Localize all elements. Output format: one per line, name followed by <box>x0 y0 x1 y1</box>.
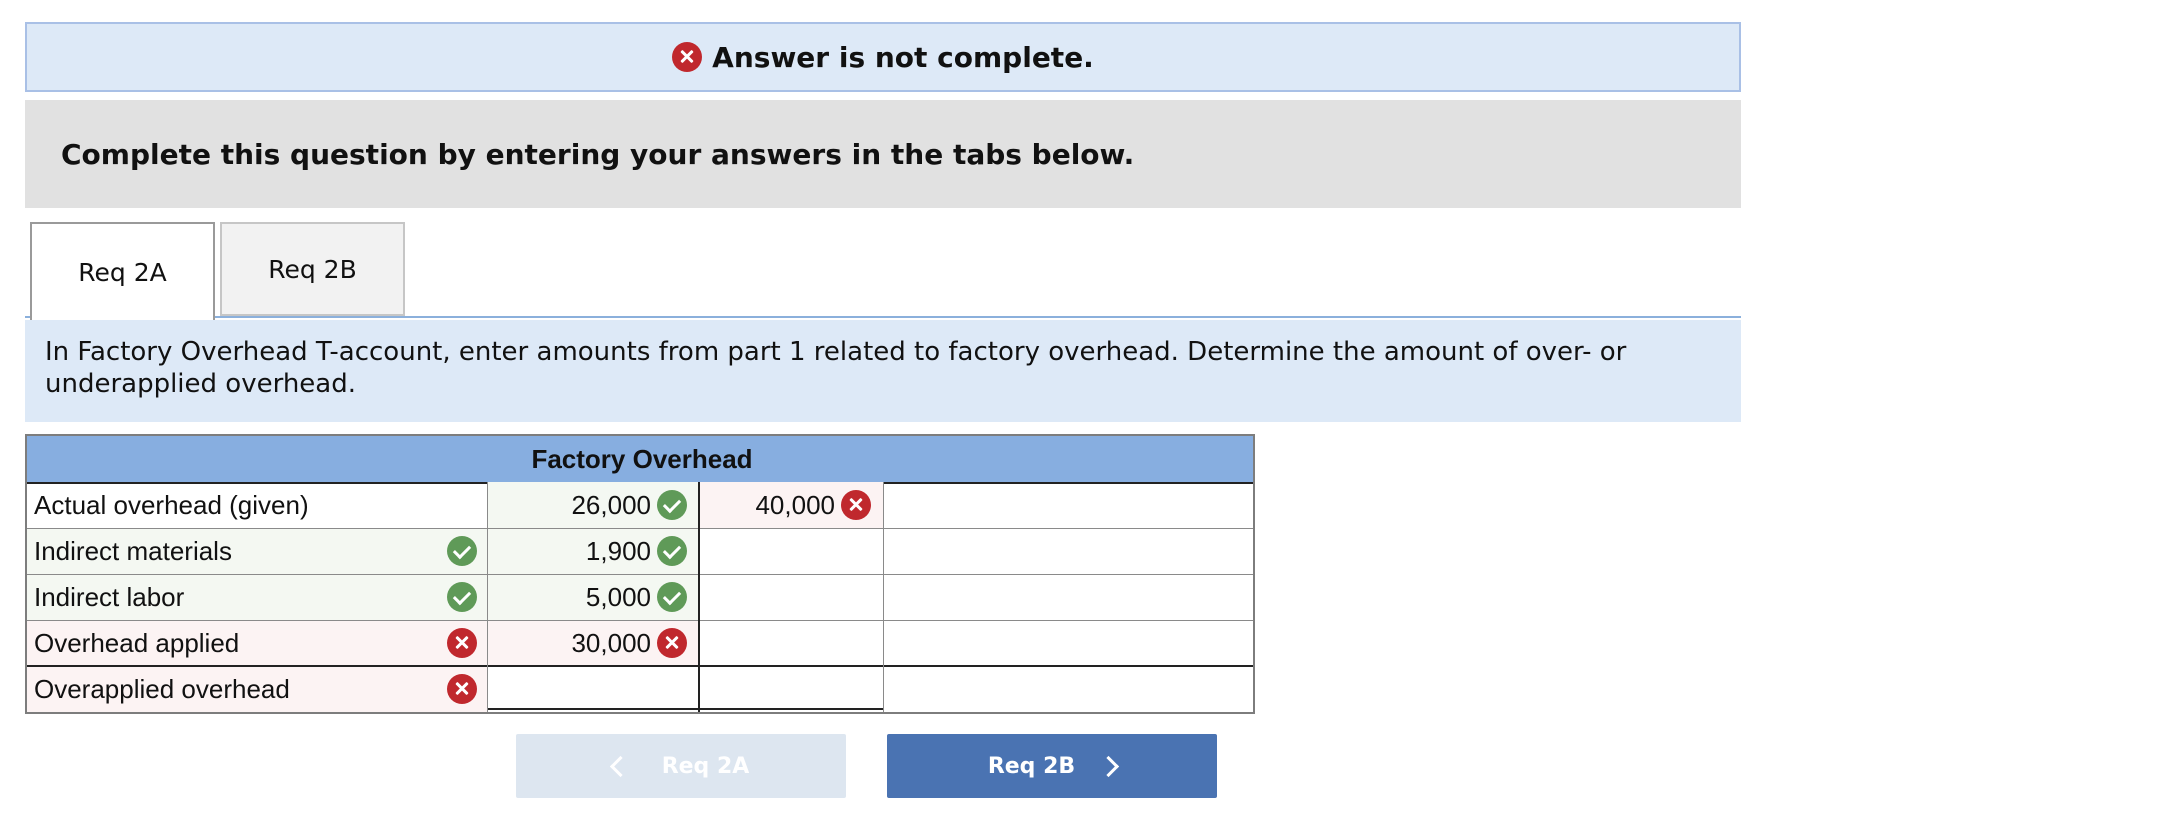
question-prompt-text: In Factory Overhead T-account, enter amo… <box>45 337 1627 399</box>
debit-value: 30,000 <box>571 628 651 658</box>
chevron-left-icon <box>609 755 631 777</box>
tab-req-2a-label: Req 2A <box>78 257 167 287</box>
check-circle-icon <box>447 536 477 566</box>
question-prompt: In Factory Overhead T-account, enter amo… <box>25 320 1741 422</box>
table-row: Indirect materials 1,900 <box>27 528 1253 574</box>
debit-input[interactable]: 5,000 <box>487 574 699 620</box>
check-circle-icon <box>447 582 477 612</box>
credit-input[interactable] <box>699 620 883 666</box>
answer-status-banner: Answer is not complete. <box>25 22 1741 92</box>
x-circle-icon <box>672 42 703 72</box>
row-label: Indirect labor <box>34 582 185 612</box>
next-req-label: Req 2B <box>987 753 1076 779</box>
row-divider <box>27 665 1253 667</box>
table-row: Indirect labor 5,000 <box>27 574 1253 620</box>
credit-input[interactable] <box>699 666 883 712</box>
row-label-cell[interactable]: Overapplied overhead <box>27 666 487 712</box>
x-circle-icon <box>841 490 871 520</box>
x-circle-icon <box>657 628 687 658</box>
check-circle-icon <box>657 582 687 612</box>
row-label-cell[interactable]: Indirect labor <box>27 574 487 620</box>
prev-req-button[interactable]: Req 2A <box>516 734 846 798</box>
column-divider <box>487 482 488 712</box>
debit-input[interactable]: 30,000 <box>487 620 699 666</box>
credit-value: 40,000 <box>755 490 835 520</box>
tab-req-2a[interactable]: Req 2A <box>30 222 215 320</box>
prev-req-label: Req 2A <box>661 753 750 779</box>
x-circle-icon <box>447 628 477 658</box>
instructions-text: Complete this question by entering your … <box>61 137 1135 171</box>
row-label-cell[interactable]: Indirect materials <box>27 528 487 574</box>
t-account-title: Factory Overhead <box>531 444 753 474</box>
debit-input[interactable] <box>487 666 699 712</box>
tab-bar-divider <box>25 316 1741 318</box>
row-divider <box>27 528 1253 529</box>
tab-bar: Req 2A Req 2B <box>25 222 1741 320</box>
table-row: Overhead applied 30,000 <box>27 620 1253 666</box>
tab-req-2b-label: Req 2B <box>268 254 357 284</box>
chevron-right-icon <box>1098 755 1120 777</box>
row-label-cell[interactable]: Overhead applied <box>27 620 487 666</box>
instructions-panel: Complete this question by entering your … <box>25 100 1741 208</box>
total-underline <box>487 708 883 710</box>
t-account-header: Factory Overhead <box>27 436 1253 484</box>
row-label-cell[interactable]: Actual overhead (given) <box>27 482 487 528</box>
banner-text: Answer is not complete. <box>712 40 1094 74</box>
debit-value: 26,000 <box>571 490 651 520</box>
x-circle-icon <box>447 674 477 704</box>
table-row: Actual overhead (given) 26,000 40,000 <box>27 482 1253 528</box>
row-label: Indirect materials <box>34 536 232 566</box>
row-label: Overhead applied <box>34 628 240 658</box>
credit-input[interactable] <box>699 574 883 620</box>
tab-req-2b[interactable]: Req 2B <box>220 222 405 316</box>
row-label: Actual overhead (given) <box>34 490 309 520</box>
credit-input[interactable] <box>699 528 883 574</box>
row-divider <box>27 620 1253 621</box>
check-circle-icon <box>657 490 687 520</box>
row-divider <box>27 574 1253 575</box>
credit-input[interactable]: 40,000 <box>699 482 883 528</box>
debit-value: 5,000 <box>585 582 651 612</box>
debit-input[interactable]: 1,900 <box>487 528 699 574</box>
factory-overhead-t-account: Factory Overhead Actual overhead (given)… <box>25 434 1255 714</box>
row-label: Overapplied overhead <box>34 674 290 704</box>
column-divider <box>883 482 884 712</box>
check-circle-icon <box>657 536 687 566</box>
t-account-center-line <box>698 482 700 712</box>
debit-input[interactable]: 26,000 <box>487 482 699 528</box>
next-req-button[interactable]: Req 2B <box>887 734 1217 798</box>
table-row: Overapplied overhead <box>27 666 1253 712</box>
debit-value: 1,900 <box>585 536 651 566</box>
